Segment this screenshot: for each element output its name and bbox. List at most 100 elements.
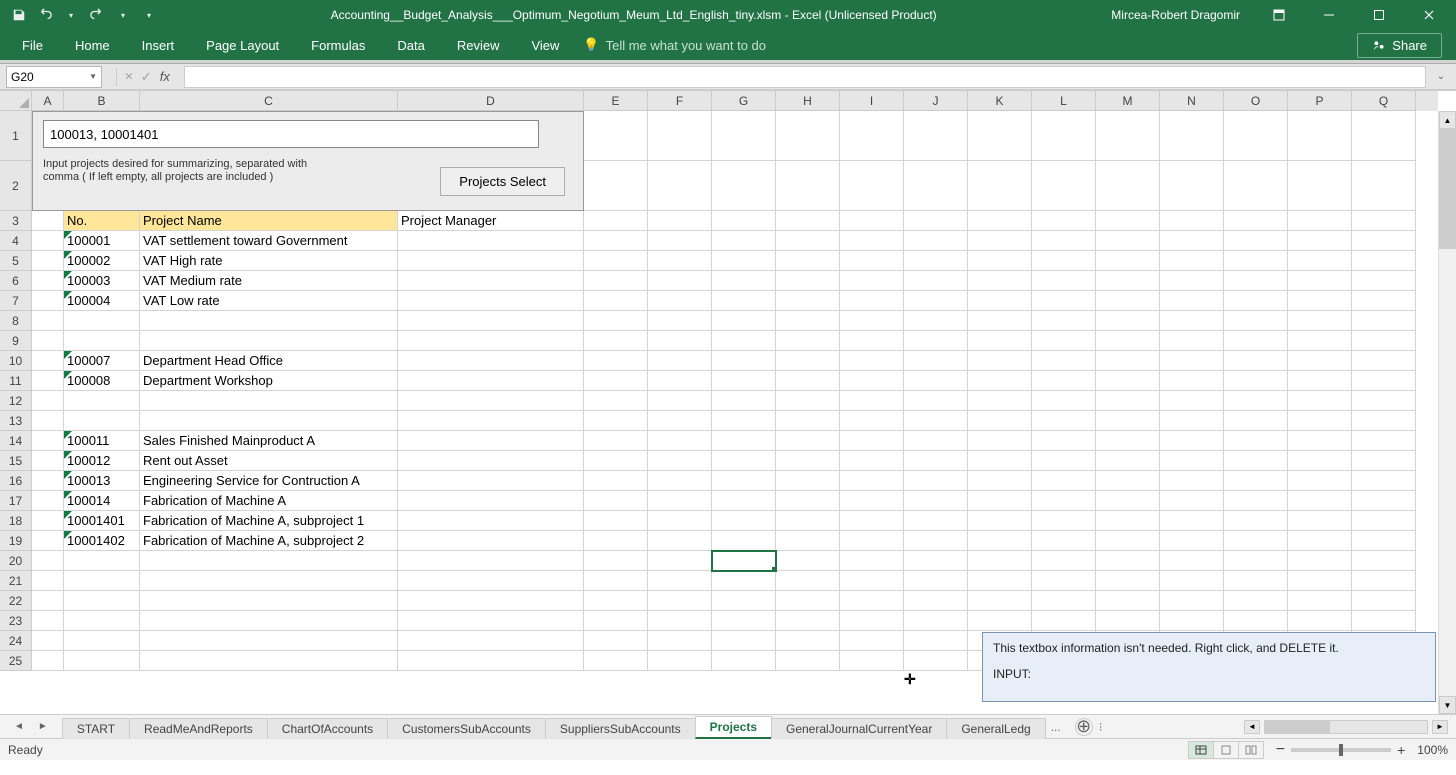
cell[interactable] xyxy=(776,291,840,311)
cell[interactable]: No. xyxy=(64,211,140,231)
cell[interactable] xyxy=(648,471,712,491)
cell[interactable] xyxy=(1096,551,1160,571)
cell[interactable] xyxy=(904,351,968,371)
view-normal-icon[interactable] xyxy=(1188,741,1214,759)
cell[interactable] xyxy=(32,611,64,631)
close-icon[interactable] xyxy=(1406,0,1452,30)
cell[interactable] xyxy=(1288,471,1352,491)
cell[interactable] xyxy=(1096,211,1160,231)
cell[interactable] xyxy=(64,591,140,611)
cell[interactable] xyxy=(32,211,64,231)
cell[interactable] xyxy=(64,631,140,651)
hscroll-left-icon[interactable]: ◄ xyxy=(1244,720,1260,734)
cell[interactable] xyxy=(1352,161,1416,211)
cell[interactable] xyxy=(1096,511,1160,531)
cell[interactable] xyxy=(904,411,968,431)
cell[interactable] xyxy=(1032,431,1096,451)
cell[interactable] xyxy=(398,611,584,631)
cell[interactable] xyxy=(712,111,776,161)
cell[interactable] xyxy=(968,551,1032,571)
cell[interactable] xyxy=(398,531,584,551)
cell[interactable] xyxy=(1096,311,1160,331)
row-10[interactable]: 10 xyxy=(0,351,32,371)
cell[interactable] xyxy=(840,411,904,431)
more-tabs-icon[interactable]: ... xyxy=(1045,720,1067,734)
cell[interactable] xyxy=(584,331,648,351)
projects-input[interactable] xyxy=(43,120,539,148)
cell[interactable] xyxy=(648,291,712,311)
cell[interactable] xyxy=(32,511,64,531)
cell[interactable] xyxy=(140,591,398,611)
cell[interactable] xyxy=(140,611,398,631)
cell[interactable] xyxy=(1352,491,1416,511)
cell[interactable] xyxy=(140,331,398,351)
cell[interactable] xyxy=(1288,211,1352,231)
cell[interactable] xyxy=(712,511,776,531)
name-box[interactable]: G20 ▼ xyxy=(6,66,102,88)
cell[interactable] xyxy=(648,211,712,231)
cell[interactable] xyxy=(840,471,904,491)
cell[interactable] xyxy=(648,491,712,511)
cell[interactable] xyxy=(648,611,712,631)
cell[interactable] xyxy=(648,451,712,471)
cell[interactable] xyxy=(64,391,140,411)
cell[interactable]: VAT High rate xyxy=(140,251,398,271)
cell[interactable] xyxy=(32,231,64,251)
cell[interactable] xyxy=(1032,271,1096,291)
cell[interactable] xyxy=(776,471,840,491)
redo-dropdown-icon[interactable]: ▾ xyxy=(112,4,134,26)
cell[interactable] xyxy=(140,391,398,411)
cell[interactable] xyxy=(648,111,712,161)
row-4[interactable]: 4 xyxy=(0,231,32,251)
cell[interactable] xyxy=(1224,411,1288,431)
cell[interactable] xyxy=(840,371,904,391)
cell[interactable]: Fabrication of Machine A, subproject 2 xyxy=(140,531,398,551)
cell[interactable] xyxy=(904,511,968,531)
cell[interactable] xyxy=(712,371,776,391)
cell[interactable] xyxy=(776,491,840,511)
cell[interactable] xyxy=(140,551,398,571)
cell[interactable] xyxy=(968,531,1032,551)
cell[interactable] xyxy=(904,591,968,611)
scroll-down-icon[interactable]: ▼ xyxy=(1439,696,1456,714)
cell[interactable] xyxy=(1032,291,1096,311)
cell[interactable] xyxy=(1032,211,1096,231)
cell[interactable] xyxy=(1288,411,1352,431)
cell[interactable] xyxy=(968,211,1032,231)
cell[interactable] xyxy=(1032,231,1096,251)
cell[interactable] xyxy=(712,431,776,451)
cell[interactable] xyxy=(840,531,904,551)
cell[interactable] xyxy=(584,471,648,491)
cell[interactable] xyxy=(904,431,968,451)
cell[interactable] xyxy=(1096,471,1160,491)
cell[interactable] xyxy=(140,411,398,431)
cell[interactable] xyxy=(584,411,648,431)
cell[interactable] xyxy=(584,211,648,231)
cell[interactable] xyxy=(1224,331,1288,351)
cell[interactable] xyxy=(398,591,584,611)
cell[interactable] xyxy=(1032,531,1096,551)
cell[interactable] xyxy=(1288,551,1352,571)
cell[interactable] xyxy=(1352,211,1416,231)
cell[interactable] xyxy=(32,591,64,611)
cell[interactable] xyxy=(776,161,840,211)
cell[interactable] xyxy=(1224,511,1288,531)
cell[interactable]: Engineering Service for Contruction A xyxy=(140,471,398,491)
cell[interactable] xyxy=(712,631,776,651)
cell[interactable] xyxy=(840,231,904,251)
cell[interactable] xyxy=(648,391,712,411)
cell[interactable] xyxy=(1352,551,1416,571)
cell[interactable] xyxy=(1288,591,1352,611)
cell[interactable] xyxy=(904,611,968,631)
cell[interactable] xyxy=(1032,471,1096,491)
cell[interactable] xyxy=(1352,511,1416,531)
cell[interactable] xyxy=(840,451,904,471)
cell[interactable] xyxy=(1352,371,1416,391)
cell[interactable] xyxy=(140,571,398,591)
cell[interactable]: 100012 xyxy=(64,451,140,471)
cell[interactable] xyxy=(584,611,648,631)
cell[interactable] xyxy=(712,531,776,551)
cell[interactable] xyxy=(712,411,776,431)
cell[interactable] xyxy=(1224,431,1288,451)
tab-splitter[interactable]: ⁝ xyxy=(1093,720,1109,734)
